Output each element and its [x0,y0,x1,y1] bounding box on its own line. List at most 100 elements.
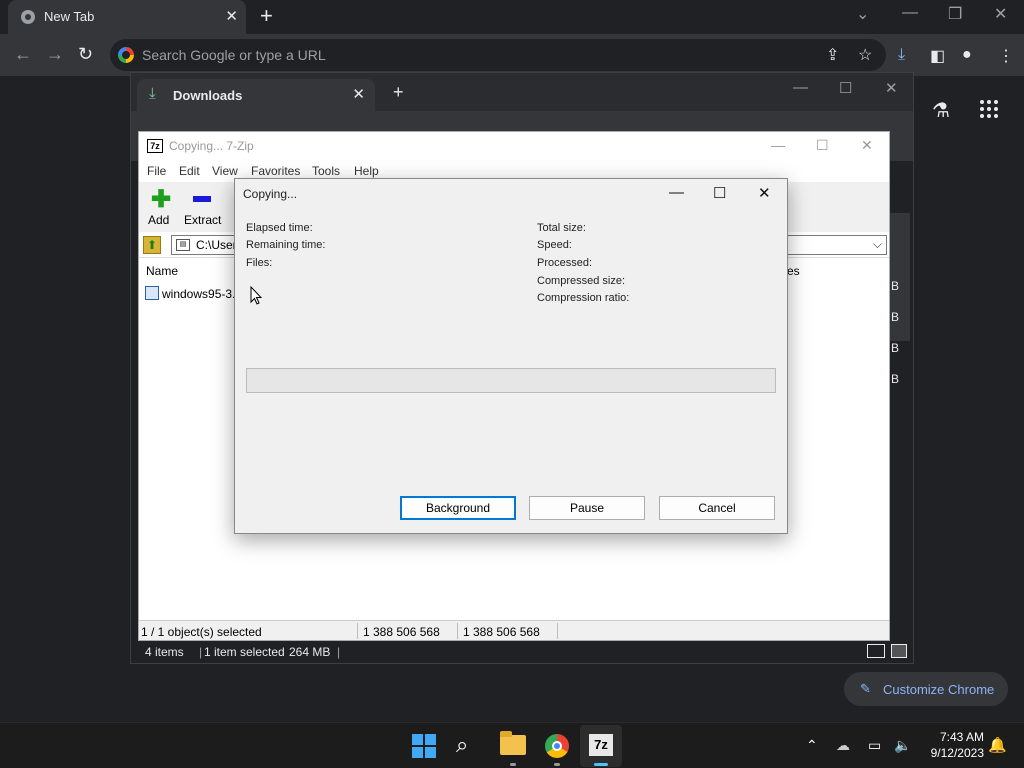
running-indicator [554,763,560,766]
processed-label: Processed: [537,257,593,269]
minimize-icon[interactable]: — [902,4,918,22]
folder-up-icon[interactable]: ⬆ [143,236,161,254]
size-unit: B [891,341,900,355]
minimize-icon[interactable]: — [669,184,684,201]
status-size: 264 MB [289,645,331,659]
back-icon[interactable]: ← [14,44,32,65]
status-item-count: 4 items [145,645,184,659]
share-icon[interactable]: ⇪ [826,45,839,65]
maximize-icon[interactable]: ☐ [713,184,726,202]
volume-muted-icon[interactable]: 🔈 [894,737,911,754]
notification-bell-icon[interactable]: 🔔 [988,736,1007,754]
close-tab-icon[interactable]: ✕ [352,85,365,103]
add-label: Add [148,213,170,227]
omnibox[interactable]: Search Google or type a URL ⇪ ☆ [110,39,886,71]
chrome-taskbar-icon[interactable] [545,734,569,758]
close-icon[interactable]: ✕ [861,137,873,154]
maximize-icon[interactable]: ☐ [839,79,852,97]
status-separator: | [199,645,203,659]
menu-help[interactable]: Help [354,164,379,178]
tab-title: New Tab [44,9,95,24]
close-icon[interactable]: ✕ [758,184,771,202]
close-tab-icon[interactable]: ✕ [225,7,238,25]
explorer-status-bar: 4 items 1 item selected 264 MB | | [131,641,913,663]
customize-chrome-button[interactable]: ✎ Customize Chrome [844,672,1008,706]
download-icon: ⤓ [149,85,156,102]
file-explorer-icon[interactable] [500,731,526,755]
status-separator [357,623,358,639]
pause-button[interactable]: Pause [529,496,645,520]
files-label: Files: [246,257,273,269]
start-button[interactable] [412,734,436,758]
bookmark-star-icon[interactable]: ☆ [858,45,872,65]
chevron-down-icon[interactable]: ⌵ [873,237,882,252]
new-tab-button[interactable]: + [393,83,404,101]
total-size-label: Total size: [537,222,586,234]
tab-new-tab[interactable]: New Tab ✕ [8,0,246,34]
file-name: windows95-3. [162,287,236,301]
pencil-icon: ✎ [860,681,871,696]
status-selected: 1 item selected [204,645,285,659]
search-icon[interactable]: ⌕ [456,732,468,758]
side-panel-icon[interactable]: ◧ [930,46,945,66]
clock[interactable]: 7:43 AM 9/12/2023 [920,729,984,761]
status-selected: 1 / 1 object(s) selected [141,625,262,639]
minimize-icon[interactable]: — [771,137,785,153]
network-icon[interactable]: ▭ [868,737,881,754]
tab-search-icon[interactable]: ⌄ [856,4,869,24]
size-unit: B [891,279,900,293]
maximize-icon[interactable]: ☐ [816,137,829,154]
menu-view[interactable]: View [212,164,238,178]
background-button[interactable]: Background [400,496,516,520]
status-size: 1 388 506 568 [363,625,440,639]
chrome-tab-strip: New Tab ✕ + ⌄ — ❐ ✕ [0,0,1024,34]
reload-icon[interactable]: ↻ [78,44,93,65]
window-title: Copying... 7-Zip [169,139,254,153]
seven-zip-icon: 7z [589,734,613,756]
seven-zip-titlebar: 7z Copying... 7-Zip — ☐ ✕ [139,132,889,160]
size-unit: B [891,310,900,324]
column-name-header[interactable]: Name [146,264,178,278]
status-separator [457,623,458,639]
onedrive-icon[interactable]: ☁ [836,737,850,754]
labs-icon[interactable]: ⚗ [932,98,950,123]
menu-file[interactable]: File [147,164,166,178]
apps-grid-icon[interactable] [980,100,998,118]
menu-tools[interactable]: Tools [312,164,340,178]
omnibox-placeholder: Search Google or type a URL [142,47,326,63]
close-window-icon[interactable]: ✕ [885,79,898,97]
elapsed-time-label: Elapsed time: [246,222,313,234]
active-indicator [594,763,608,766]
compressed-size-label: Compressed size: [537,275,626,287]
seven-zip-taskbar-icon[interactable]: 7z [580,725,622,767]
speed-label: Speed: [537,239,572,251]
chrome-icon [21,10,35,24]
downloads-tab-strip: ⤓ Downloads ✕ + — ☐ ✕ [131,73,913,111]
plus-icon: ✚ [151,186,172,213]
progress-bar [246,368,776,393]
chevron-up-icon[interactable]: ⌃ [806,737,818,754]
tab-downloads[interactable]: ⤓ Downloads ✕ [137,79,375,111]
forward-icon[interactable]: → [46,44,64,65]
menu-icon[interactable]: ⋮ [998,46,1014,66]
minimize-icon[interactable]: — [793,79,808,96]
taskbar: ⌕ 7z ⌃ ☁ ▭ 🔈 7:43 AM 9/12/2023 🔔 [0,722,1024,768]
minus-icon [193,196,211,202]
restore-icon[interactable]: ❐ [948,4,962,24]
details-view-icon[interactable] [867,644,885,658]
menu-favorites[interactable]: Favorites [251,164,300,178]
cancel-button[interactable]: Cancel [659,496,775,520]
tiles-view-icon[interactable] [891,644,907,658]
remaining-time-label: Remaining time: [246,239,326,251]
path-text: C:\User [196,238,237,252]
menu-edit[interactable]: Edit [179,164,200,178]
status-separator: | [337,645,341,659]
close-window-icon[interactable]: ✕ [994,4,1007,24]
status-bar: 1 / 1 object(s) selected 1 388 506 568 1… [139,620,889,640]
new-tab-button[interactable]: + [260,5,273,27]
mouse-cursor-icon [250,286,262,305]
clock-date: 9/12/2023 [930,746,984,760]
clock-time: 7:43 AM [939,730,984,744]
download-icon[interactable]: ⤓ [898,46,905,64]
profile-icon[interactable]: ● [962,46,972,64]
